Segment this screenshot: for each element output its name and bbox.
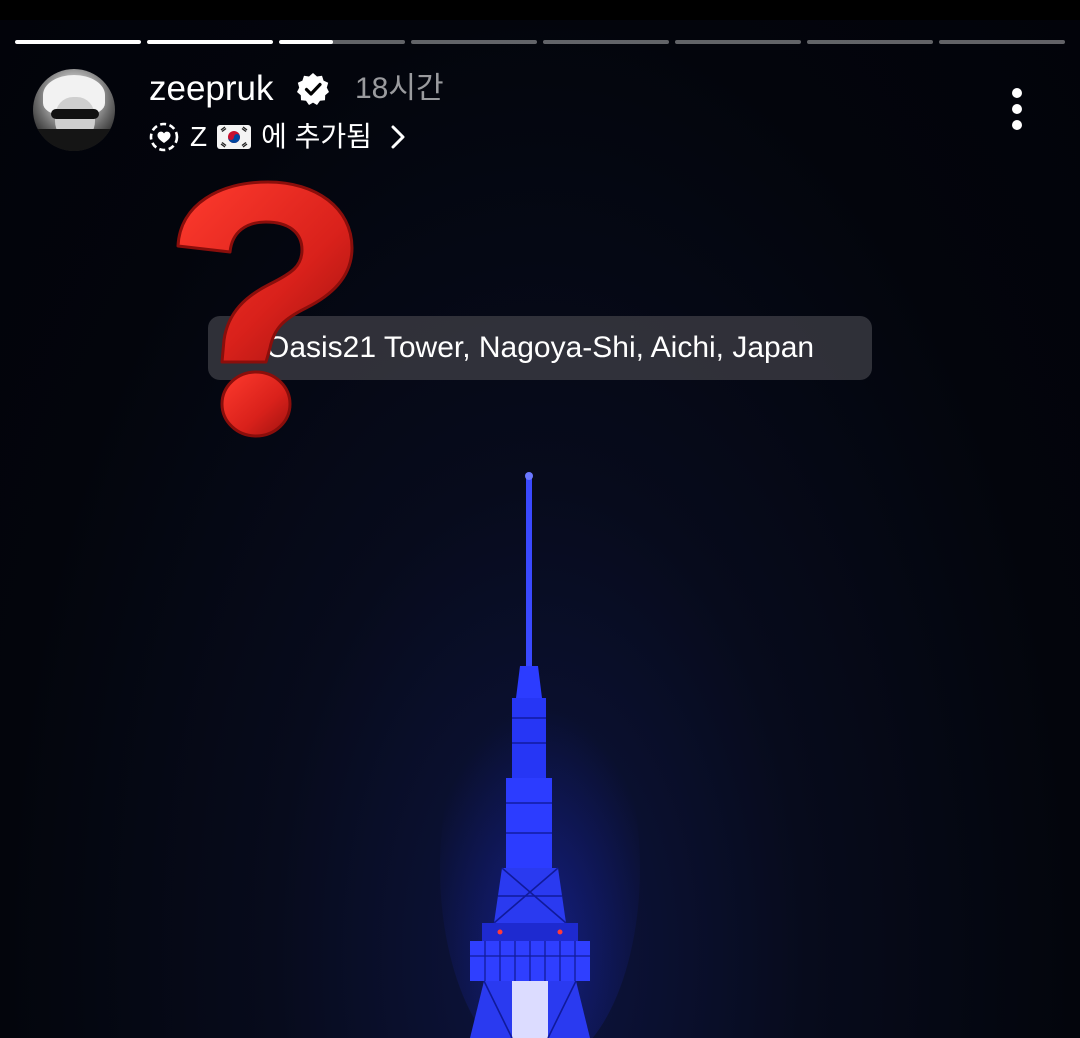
verified-badge-icon <box>297 73 329 105</box>
more-options-dot <box>1012 120 1022 130</box>
avatar-sunglasses <box>51 109 99 119</box>
more-options-icon[interactable] <box>1005 86 1029 132</box>
progress-segment-fill <box>147 40 273 44</box>
progress-segment <box>411 40 537 44</box>
question-mark-sticker <box>176 180 354 438</box>
chevron-right-icon <box>391 125 405 149</box>
progress-segment-fill <box>279 40 334 44</box>
more-options-dot <box>1012 104 1022 114</box>
story-viewer: zeepruk 18시간 Z 에 추가됨 Oasis21 Tower, Nago… <box>0 0 1080 1038</box>
avatar-jacket <box>33 129 115 151</box>
more-options-dot <box>1012 88 1022 98</box>
progress-segment-fill <box>15 40 141 44</box>
tv-tower-illustration <box>440 472 640 1038</box>
highlight-heart-icon <box>149 122 179 152</box>
highlight-added-text: 에 추가됨 <box>261 121 372 152</box>
story-progress-bar <box>15 40 1065 44</box>
post-time: 18시간 <box>355 72 444 105</box>
highlight-link[interactable]: Z 에 추가됨 <box>148 117 408 157</box>
progress-segment <box>15 40 141 44</box>
status-bar <box>0 0 1080 20</box>
progress-segment <box>939 40 1065 44</box>
avatar[interactable] <box>33 69 115 151</box>
progress-segment <box>147 40 273 44</box>
progress-segment <box>279 40 405 44</box>
username-link[interactable]: zeepruk <box>149 68 274 110</box>
highlight-name: Z <box>190 121 208 152</box>
progress-segment <box>807 40 933 44</box>
south-korea-flag-icon <box>217 125 252 149</box>
progress-segment <box>543 40 669 44</box>
progress-segment <box>675 40 801 44</box>
